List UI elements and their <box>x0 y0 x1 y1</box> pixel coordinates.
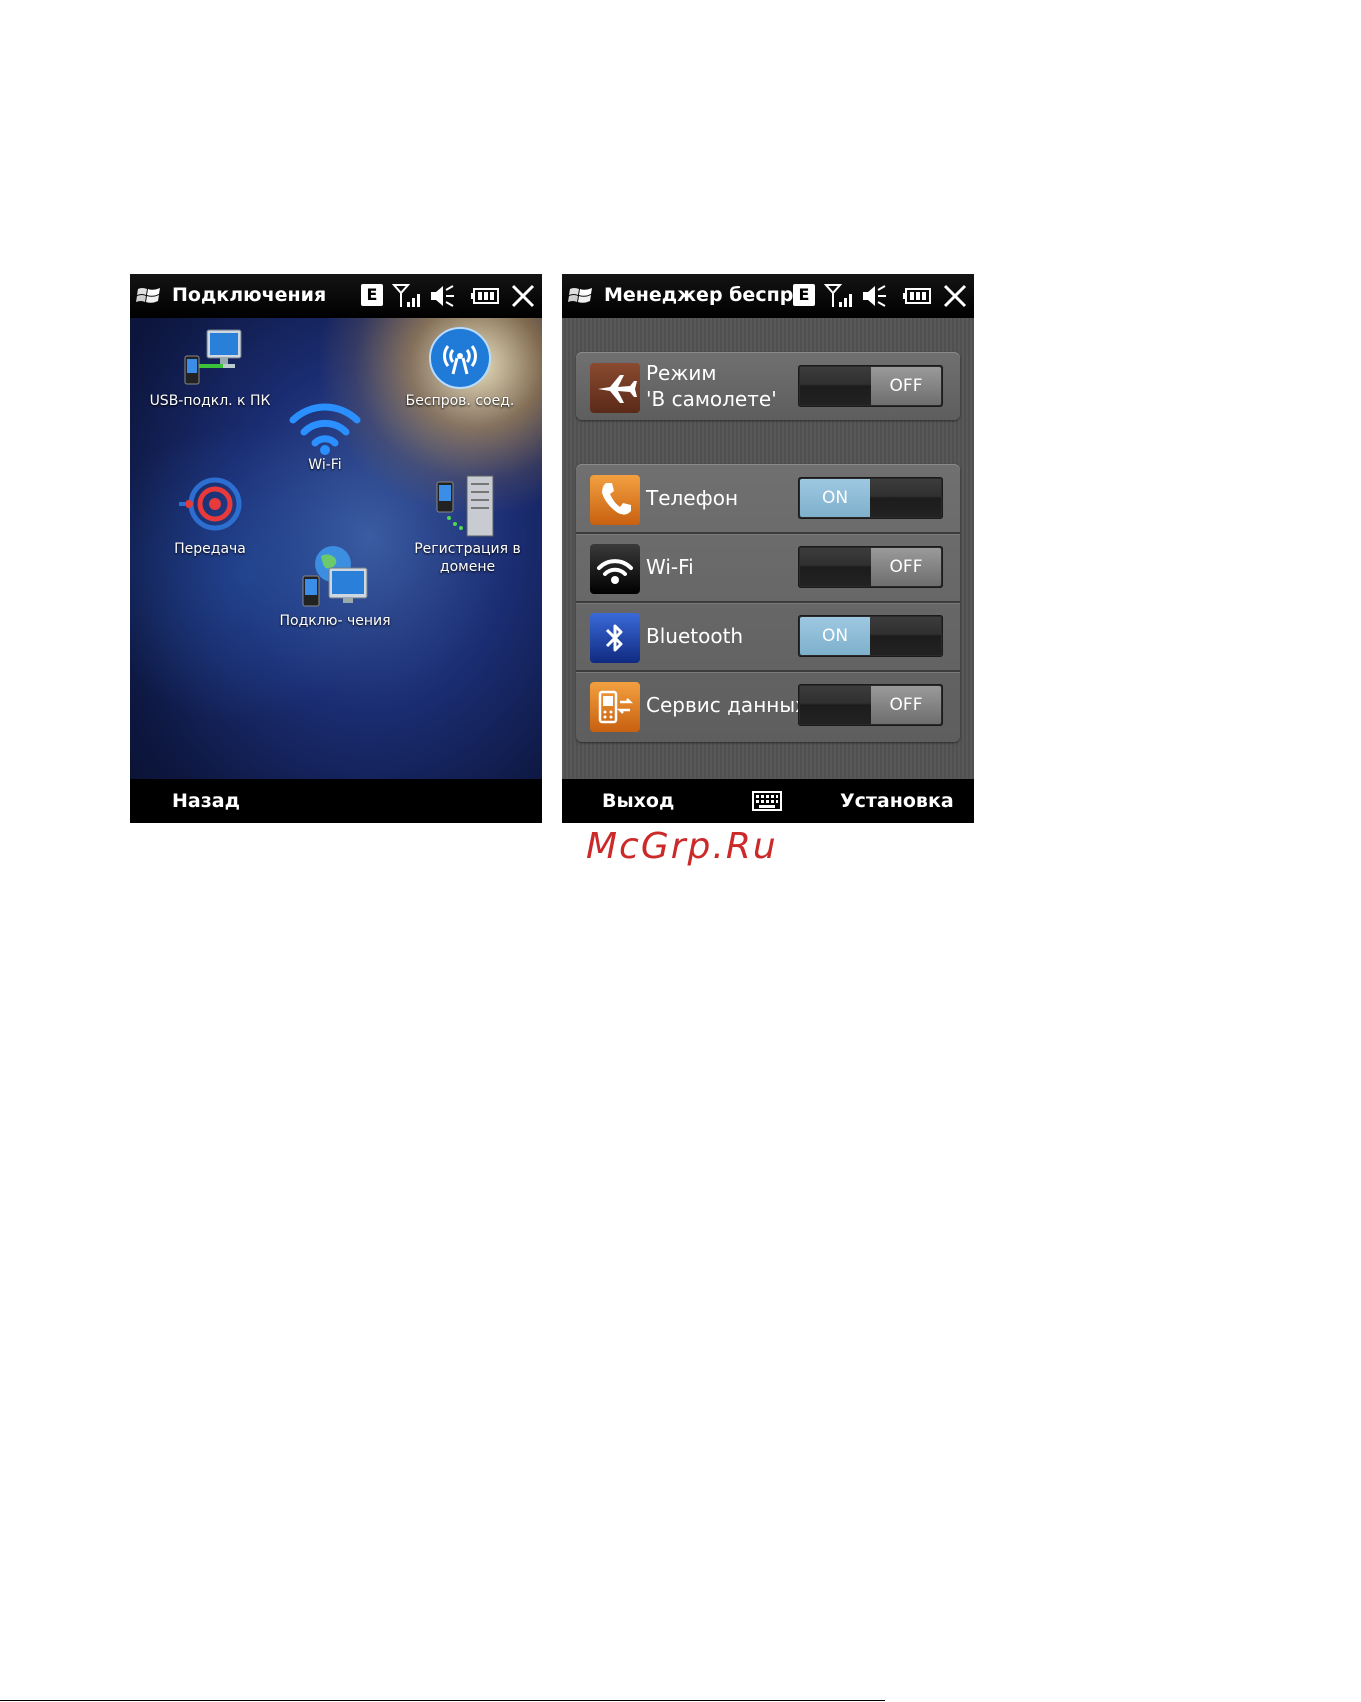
domain-enroll-label: Регистрация в домене <box>414 541 521 575</box>
beam-transfer-icon <box>179 477 242 531</box>
wifi-item[interactable]: Wi-Fi <box>260 400 390 474</box>
wifi-toggle[interactable]: OFF <box>798 546 943 588</box>
volume-muted-icon[interactable] <box>860 283 888 309</box>
bluetooth-row: Bluetooth ON <box>576 602 960 670</box>
softkey-bar: Выход Установка <box>562 779 974 823</box>
airplane-mode-toggle[interactable]: OFF <box>798 365 943 407</box>
close-icon[interactable] <box>942 283 968 309</box>
toggle-off-label: OFF <box>871 367 941 405</box>
wifi-label: Wi-Fi <box>646 555 694 579</box>
windows-start-icon[interactable] <box>136 285 162 307</box>
toggle-off-label: OFF <box>871 686 941 724</box>
airplane-mode-row: Режим 'В самолете' OFF <box>576 352 960 420</box>
toggle-on-label: ON <box>800 479 870 517</box>
data-service-label: Сервис данных <box>646 693 807 717</box>
phone-toggle[interactable]: ON <box>798 477 943 519</box>
phone-label: Телефон <box>646 486 739 510</box>
title-bar: Подключения E <box>130 274 542 318</box>
window-title: Менеджер беспр <box>604 284 794 306</box>
back-softkey[interactable]: Назад <box>172 790 240 812</box>
data-service-row: Сервис данных OFF <box>576 671 960 739</box>
wireless-manager-screen: Менеджер беспр E Режим 'В самолете' OFF … <box>562 274 974 823</box>
connections-screen: Подключения E USB-подкл. к ПК Беспров. с… <box>130 274 542 823</box>
phone-icon <box>590 475 640 525</box>
bluetooth-label: Bluetooth <box>646 624 744 648</box>
domain-enroll-item[interactable]: Регистрация в домене <box>395 470 540 576</box>
edge-network-icon: E <box>361 284 383 306</box>
title-bar: Менеджер беспр E <box>562 274 974 318</box>
wifi-row: Wi-Fi OFF <box>576 533 960 601</box>
wifi-icon <box>590 544 640 594</box>
page-rule <box>0 1700 885 1701</box>
signal-strength-icon[interactable] <box>392 283 422 309</box>
usb-connection-label: USB-подкл. к ПК <box>149 393 271 409</box>
wifi-label: Wi-Fi <box>308 457 342 473</box>
volume-muted-icon[interactable] <box>428 283 456 309</box>
airplane-mode-label: Режим 'В самолете' <box>646 361 777 411</box>
bluetooth-icon <box>590 613 640 663</box>
bluetooth-toggle[interactable]: ON <box>798 615 943 657</box>
windows-start-icon[interactable] <box>568 285 594 307</box>
wireless-connections-item[interactable]: Беспров. соед. <box>385 326 535 410</box>
toggle-off-label: OFF <box>871 548 941 586</box>
exit-softkey[interactable]: Выход <box>602 790 674 812</box>
connections-label: Подклю- чения <box>279 613 391 629</box>
data-service-icon <box>590 682 640 732</box>
signal-strength-icon[interactable] <box>824 283 854 309</box>
battery-icon[interactable] <box>470 283 500 309</box>
beam-transfer-label: Передача <box>174 541 246 557</box>
close-icon[interactable] <box>510 283 536 309</box>
domain-server-icon <box>436 475 493 537</box>
usb-pc-icon <box>184 329 242 385</box>
window-title: Подключения <box>172 284 327 306</box>
phone-row: Телефон ON <box>576 464 960 532</box>
watermark: McGrp.Ru <box>586 826 778 867</box>
data-service-toggle[interactable]: OFF <box>798 684 943 726</box>
edge-network-icon: E <box>793 284 815 306</box>
settings-softkey[interactable]: Установка <box>840 790 954 812</box>
wifi-icon <box>289 403 361 455</box>
connections-item[interactable]: Подклю- чения <box>260 542 410 630</box>
wireless-antenna-icon <box>429 327 491 389</box>
beam-transfer-item[interactable]: Передача <box>140 474 280 558</box>
keyboard-icon[interactable] <box>752 791 782 811</box>
wireless-connections-label: Беспров. соед. <box>405 393 515 409</box>
connections-globe-icon <box>302 546 368 607</box>
airplane-icon <box>590 363 640 413</box>
softkey-bar: Назад <box>130 779 542 823</box>
usb-connection-item[interactable]: USB-подкл. к ПК <box>140 326 280 410</box>
toggle-on-label: ON <box>800 617 870 655</box>
battery-icon[interactable] <box>902 283 932 309</box>
